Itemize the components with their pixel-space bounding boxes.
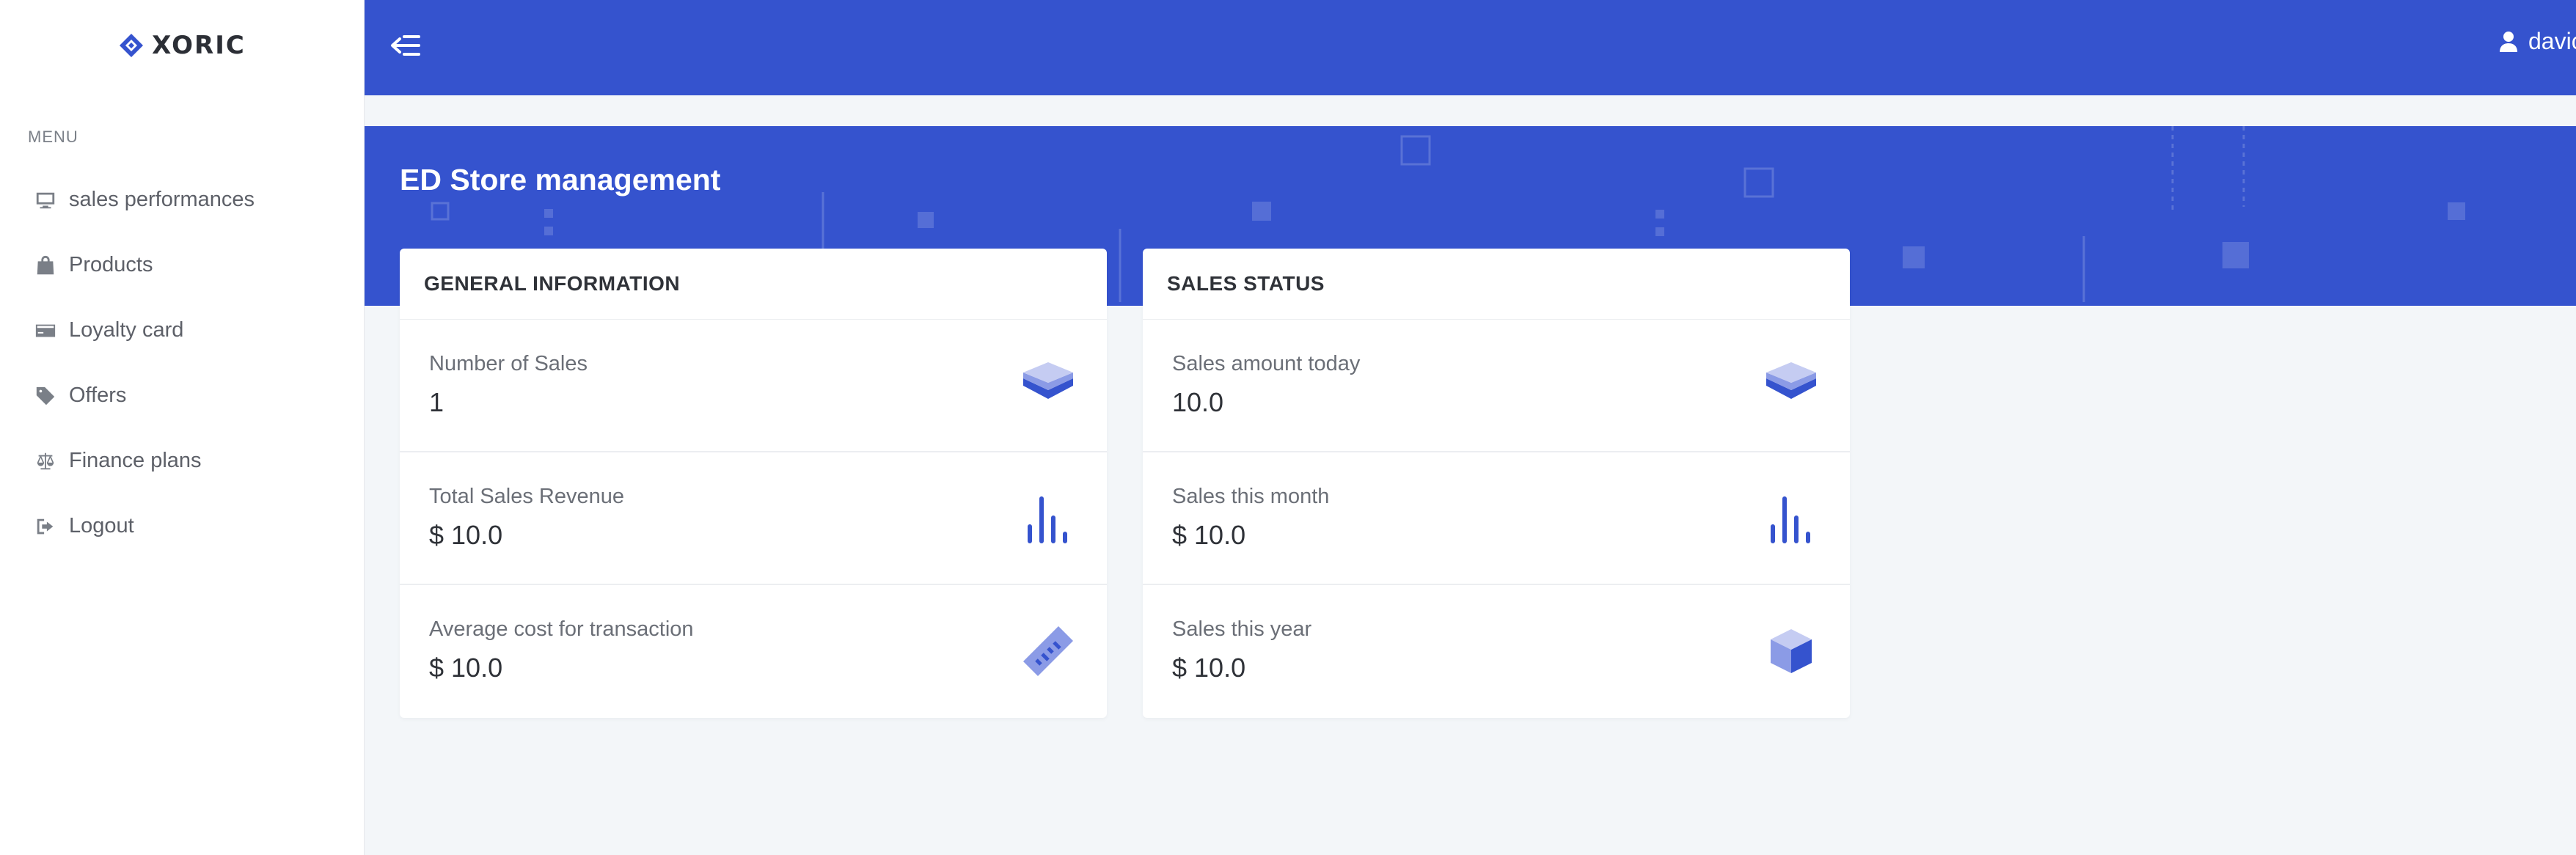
shopping-bag-icon [32, 254, 59, 277]
stat-row: Number of Sales 1 [400, 320, 1107, 452]
top-bar: davic [365, 0, 2576, 95]
sidebar-item-loyalty-card[interactable]: Loyalty card [0, 298, 364, 363]
diamond-logo-icon [120, 34, 144, 57]
brand-logo[interactable]: XORIC [0, 0, 364, 91]
user-name: davic [2528, 28, 2576, 54]
card-title: SALES STATUS [1143, 249, 1850, 320]
sidebar-item-products[interactable]: Products [0, 232, 364, 298]
brand-name: XORIC [152, 31, 246, 60]
cube-icon [1771, 629, 1812, 673]
card-title: GENERAL INFORMATION [400, 249, 1107, 320]
sign-out-icon [32, 515, 59, 538]
sidebar: XORIC MENU sales performances Products L… [0, 0, 365, 855]
stat-row: Average cost for transaction $ 10.0 [400, 585, 1107, 718]
stat-value: $ 10.0 [429, 653, 503, 683]
sidebar-toggle-button[interactable] [388, 28, 423, 63]
sidebar-item-label: Products [69, 253, 153, 276]
layers-icon [1023, 362, 1073, 399]
bar-chart-icon [1771, 496, 1810, 543]
sidebar-item-logout[interactable]: Logout [0, 493, 364, 559]
stat-row: Total Sales Revenue $ 10.0 [400, 452, 1107, 585]
stat-label: Average cost for transaction [429, 617, 694, 641]
bar-chart-icon [1028, 496, 1067, 543]
sidebar-item-label: Offers [69, 384, 127, 407]
sidebar-item-sales-performances[interactable]: sales performances [0, 167, 364, 232]
stat-label: Number of Sales [429, 352, 588, 375]
stat-label: Total Sales Revenue [429, 485, 624, 508]
sidebar-item-label: sales performances [69, 188, 255, 211]
stat-row: Sales this month $ 10.0 [1143, 452, 1850, 585]
menu-title: MENU [28, 128, 78, 146]
sidebar-item-label: Logout [69, 514, 134, 537]
layers-icon [1766, 362, 1816, 399]
stat-label: Sales this year [1172, 617, 1312, 641]
sidebar-item-label: Finance plans [69, 449, 202, 472]
tag-icon [32, 384, 59, 408]
stat-value: $ 10.0 [429, 520, 503, 550]
credit-card-icon [32, 319, 59, 342]
page-title: ED Store management [400, 163, 721, 197]
stat-row: Sales this year $ 10.0 [1143, 585, 1850, 718]
ruler-icon [1023, 626, 1073, 676]
sidebar-item-finance-plans[interactable]: Finance plans [0, 428, 364, 493]
sidebar-menu: sales performances Products Loyalty card… [0, 167, 364, 559]
balance-scale-icon [32, 449, 59, 473]
sidebar-item-label: Loyalty card [69, 318, 184, 342]
collapse-menu-icon [391, 35, 420, 56]
user-icon [2500, 31, 2517, 52]
sidebar-item-offers[interactable]: Offers [0, 363, 364, 428]
sales-status-card: SALES STATUS Sales amount today 10.0 Sal… [1143, 249, 1850, 718]
monitor-icon [32, 188, 59, 212]
stat-value: 1 [429, 387, 444, 417]
stat-label: Sales amount today [1172, 352, 1361, 375]
stat-row: Sales amount today 10.0 [1143, 320, 1850, 452]
stat-label: Sales this month [1172, 485, 1330, 508]
stat-value: $ 10.0 [1172, 520, 1246, 550]
user-menu[interactable]: davic [2499, 28, 2576, 55]
stat-value: $ 10.0 [1172, 653, 1246, 683]
general-information-card: GENERAL INFORMATION Number of Sales 1 To… [400, 249, 1107, 718]
stat-value: 10.0 [1172, 387, 1224, 417]
